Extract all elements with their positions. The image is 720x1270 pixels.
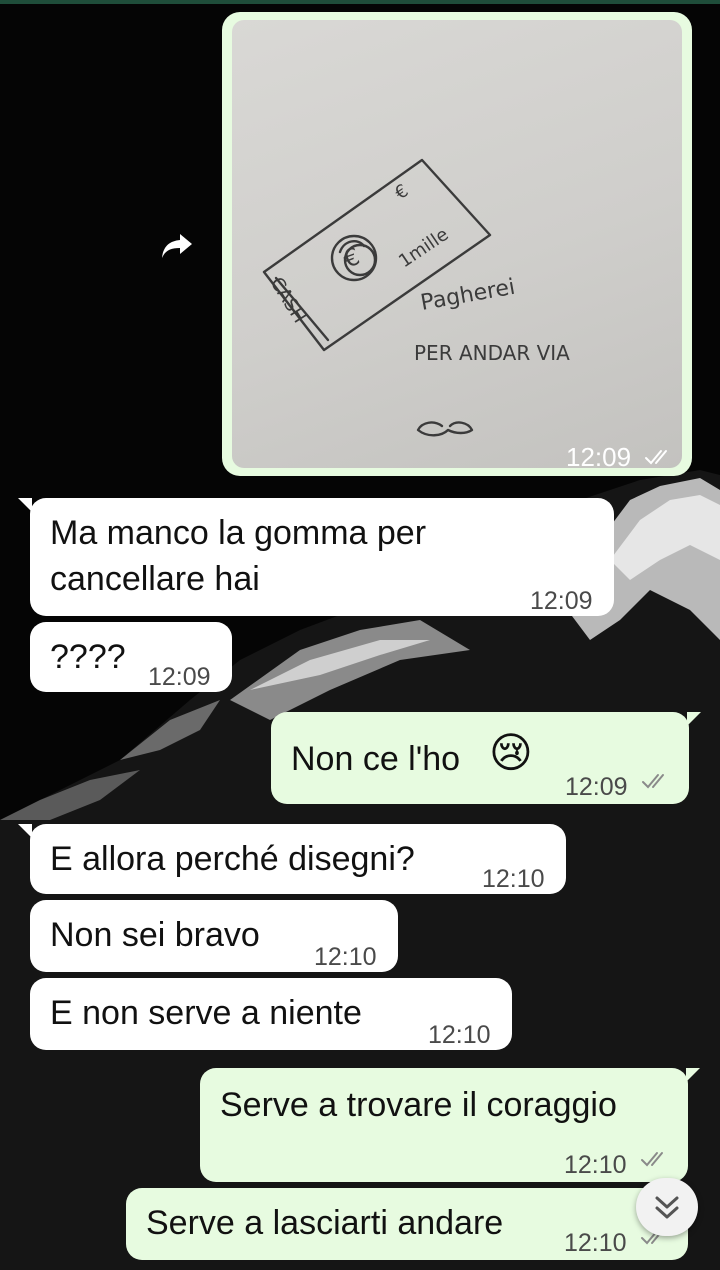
status-strip [0, 0, 720, 4]
incoming-message[interactable]: ???? 12:09 [30, 622, 232, 692]
incoming-message[interactable]: Non sei bravo 12:10 [30, 900, 398, 972]
incoming-message[interactable]: E non serve a niente 12:10 [30, 978, 512, 1050]
message-text: Serve a lasciarti andare [146, 1204, 504, 1242]
incoming-message[interactable]: Ma manco la gomma per cancellare hai 12:… [18, 498, 614, 616]
message-time: 12:10 [564, 1229, 627, 1257]
message-time: 12:09 [148, 663, 211, 691]
message-time: 12:10 [314, 943, 377, 971]
bubble-tail [18, 824, 32, 838]
sketch-photo[interactable]: € € 1mille CASH Pagherei PER ANDAR VIA 1… [232, 20, 682, 468]
message-text: Non sei bravo [50, 916, 260, 954]
sketch-euro-sign: € [391, 180, 412, 204]
outgoing-message[interactable]: Serve a lasciarti andare 12:10 [126, 1188, 688, 1260]
message-time: 12:09 [565, 773, 628, 801]
message-time: 12:09 [530, 587, 593, 615]
image-message-bubble[interactable]: € € 1mille CASH Pagherei PER ANDAR VIA 1… [222, 12, 692, 476]
bubble-tail [18, 498, 32, 512]
scroll-to-bottom-button[interactable] [636, 1178, 698, 1236]
sketch-euro-inner: € [339, 242, 363, 274]
sketch-line-1: Pagherei [419, 275, 517, 316]
chevron-double-down-icon [655, 1196, 679, 1219]
message-time: 12:10 [428, 1021, 491, 1049]
double-check-icon [642, 774, 664, 789]
sketch-bill-amount: 1mille [395, 224, 452, 272]
double-check-icon [641, 1152, 663, 1167]
sketch-line-2: PER ANDAR VIA [414, 341, 570, 365]
bubble-tail [686, 1068, 700, 1082]
message-time: 12:09 [566, 442, 632, 468]
bubble-tail [687, 712, 701, 726]
message-text-line: cancellare hai [50, 560, 260, 598]
outgoing-message[interactable]: Serve a trovare il coraggio 12:10 [200, 1068, 700, 1182]
sketch-drawing: € € 1mille CASH Pagherei PER ANDAR VIA [262, 158, 570, 437]
message-text: ???? [50, 638, 126, 676]
outgoing-message[interactable]: Non ce l'ho 😢 12:09 [271, 712, 701, 804]
incoming-message[interactable]: E allora perché disegni? 12:10 [18, 824, 566, 894]
crying-face-emoji: 😢 [489, 728, 533, 777]
message-text-line: Ma manco la gomma per [50, 514, 427, 552]
message-time: 12:10 [564, 1151, 627, 1179]
message-text: Non ce l'ho [291, 740, 461, 778]
forward-arrow-icon[interactable] [160, 232, 194, 260]
double-check-icon [645, 450, 667, 465]
sketch-cash-label: CASH [266, 274, 310, 327]
message-time: 12:10 [482, 865, 545, 893]
message-text: E non serve a niente [50, 994, 362, 1032]
message-text: E allora perché disegni? [50, 840, 415, 878]
message-text: Serve a trovare il coraggio [220, 1086, 617, 1124]
